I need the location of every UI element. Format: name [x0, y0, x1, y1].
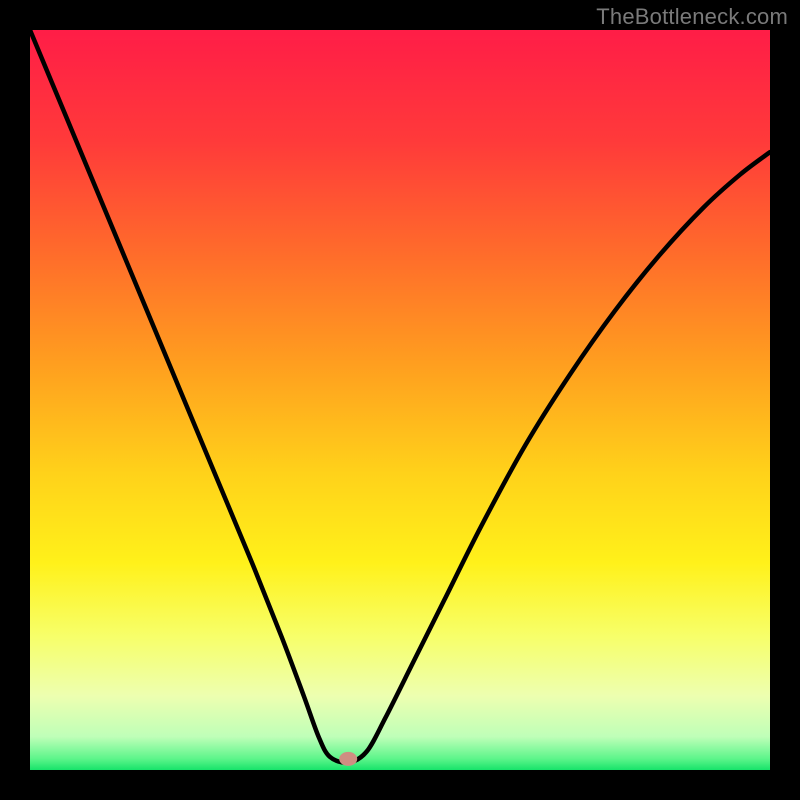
plot-area	[30, 30, 770, 770]
optimal-point-marker	[339, 752, 357, 766]
chart-container: TheBottleneck.com	[0, 0, 800, 800]
chart-svg	[0, 0, 800, 800]
watermark-text: TheBottleneck.com	[596, 4, 788, 30]
